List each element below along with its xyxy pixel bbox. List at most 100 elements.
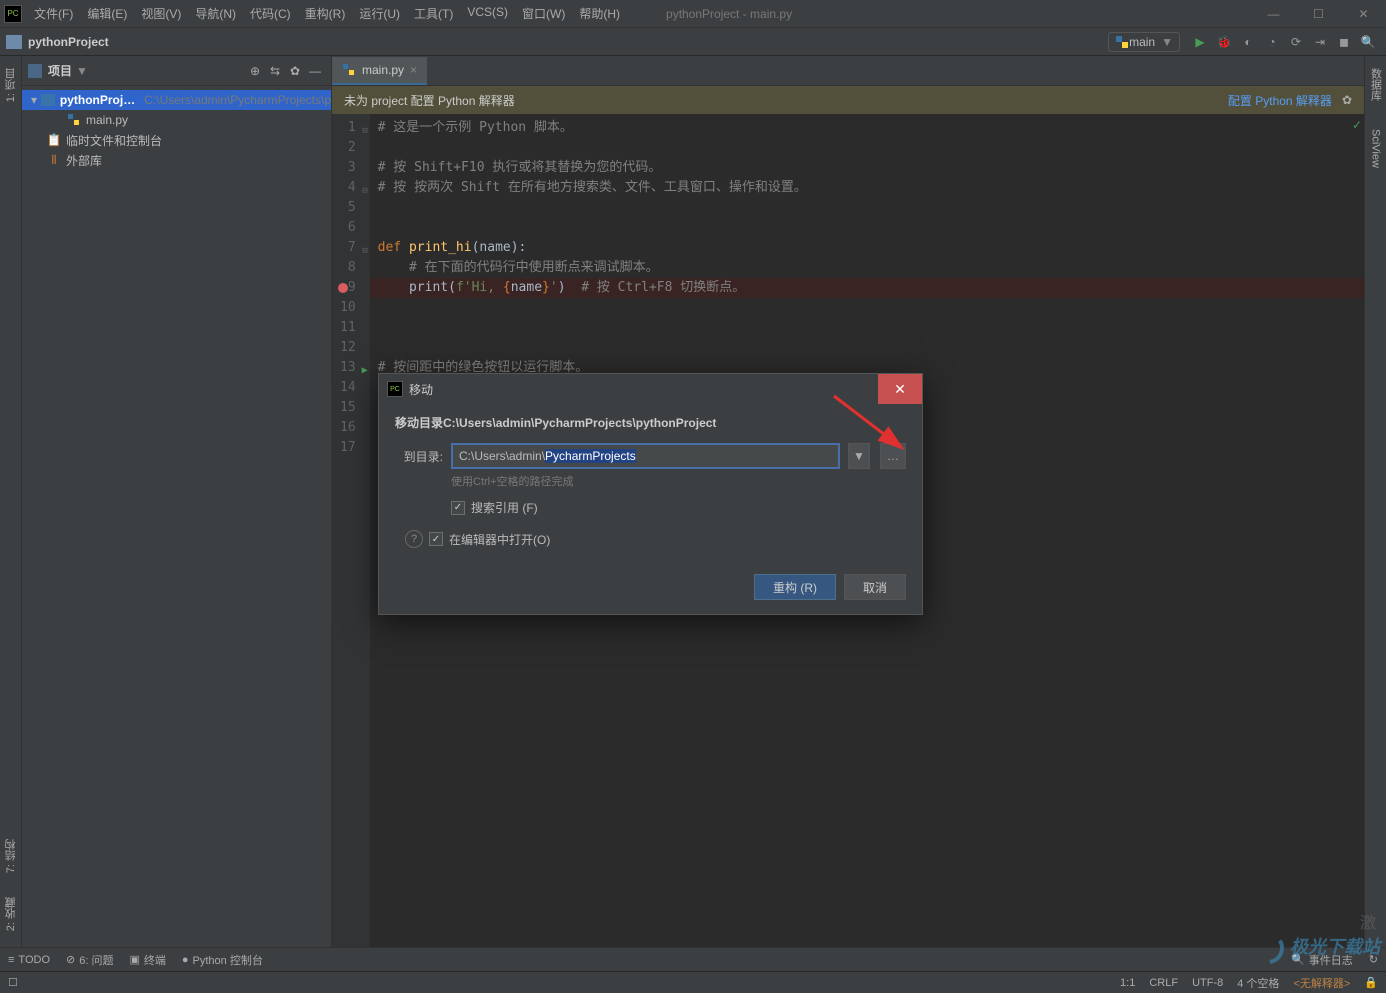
- tree-root-label: pythonProject: [60, 93, 140, 107]
- window-title: pythonProject - main.py: [666, 7, 792, 21]
- expand-all-icon[interactable]: ⇆: [265, 61, 285, 81]
- editor-tabs: main.py ×: [332, 56, 1364, 86]
- close-window-button[interactable]: ✕: [1341, 0, 1386, 28]
- banner-gear-icon[interactable]: ✿: [1342, 93, 1352, 107]
- menu-help[interactable]: 帮助(H): [573, 2, 626, 25]
- status-encoding[interactable]: UTF-8: [1192, 977, 1223, 989]
- open-in-editor-label: 在编辑器中打开(O): [449, 531, 550, 548]
- interpreter-warning-banner: 未为 project 配置 Python 解释器 配置 Python 解释器 ✿: [332, 86, 1364, 114]
- menu-view[interactable]: 视图(V): [135, 2, 187, 25]
- cancel-button[interactable]: 取消: [844, 574, 906, 600]
- search-refs-label: 搜索引用 (F): [471, 499, 538, 516]
- tab-label: main.py: [362, 63, 404, 77]
- open-in-editor-checkbox[interactable]: ✓: [429, 532, 443, 546]
- status-indent[interactable]: 4 个空格: [1237, 975, 1279, 991]
- project-view-icon: [28, 64, 42, 78]
- python-icon: [1115, 35, 1129, 49]
- folder-icon: [41, 94, 55, 106]
- status-icon[interactable]: ☐: [8, 976, 18, 989]
- run-button[interactable]: ▶: [1188, 30, 1212, 54]
- tool-problems[interactable]: ⊘ 6: 问题: [66, 952, 113, 968]
- status-line-sep[interactable]: CRLF: [1149, 977, 1178, 989]
- tree-external-label: 外部库: [66, 152, 102, 169]
- app-logo-icon: PC: [4, 5, 22, 23]
- tree-project-root[interactable]: ▾ pythonProject C:\Users\admin\PycharmPr…: [22, 90, 331, 110]
- tree-root-path: C:\Users\admin\PycharmProjects\p: [144, 93, 331, 107]
- run-config-dropdown[interactable]: main ▼: [1108, 32, 1180, 52]
- tool-python-console[interactable]: ● Python 控制台: [182, 952, 263, 968]
- path-hint: 使用Ctrl+空格的路径完成: [451, 473, 906, 489]
- dialog-titlebar[interactable]: PC 移动 ✕: [379, 374, 922, 404]
- tool-sciview-tab[interactable]: SciView: [1368, 121, 1384, 176]
- search-everywhere-button[interactable]: 🔍: [1356, 30, 1380, 54]
- tree-external-libs[interactable]: ⫴ 外部库: [22, 150, 331, 170]
- tree-file-main[interactable]: main.py: [22, 110, 331, 130]
- menu-edit[interactable]: 编辑(E): [81, 2, 133, 25]
- tool-todo[interactable]: ≡ TODO: [8, 954, 50, 966]
- project-view-title: 项目: [48, 62, 72, 79]
- folder-icon: [6, 35, 22, 49]
- dialog-title: 移动: [409, 381, 433, 398]
- menu-vcs[interactable]: VCS(S): [461, 2, 514, 25]
- move-dialog: PC 移动 ✕ 移动目录C:\Users\admin\PycharmProjec…: [378, 373, 923, 615]
- tool-database-tab[interactable]: 数据库: [1366, 60, 1386, 109]
- tree-file-label: main.py: [86, 113, 128, 127]
- status-interpreter[interactable]: <无解释器>: [1293, 975, 1350, 991]
- settings-icon[interactable]: ✿: [285, 61, 305, 81]
- menu-code[interactable]: 代码(C): [244, 2, 297, 25]
- run-gutter-icon[interactable]: ▶: [362, 361, 368, 381]
- tool-terminal[interactable]: ▣ 终端: [129, 952, 165, 968]
- profile-button[interactable]: ◔: [1260, 30, 1284, 54]
- python-icon: [342, 63, 356, 77]
- menu-refactor[interactable]: 重构(R): [299, 2, 352, 25]
- menu-file[interactable]: 文件(F): [28, 2, 79, 25]
- search-refs-checkbox[interactable]: ✓: [451, 501, 465, 515]
- dialog-app-icon: PC: [387, 381, 403, 397]
- menu-run[interactable]: 运行(U): [353, 2, 406, 25]
- tool-project-tab[interactable]: 1: 项目: [1, 60, 21, 110]
- status-position[interactable]: 1:1: [1120, 977, 1135, 989]
- path-history-dropdown[interactable]: ▼: [848, 443, 870, 469]
- status-lock-icon[interactable]: 🔒: [1364, 976, 1378, 989]
- debug-button[interactable]: 🐞: [1212, 30, 1236, 54]
- hide-icon[interactable]: —: [305, 61, 325, 81]
- attach-button[interactable]: ⇥: [1308, 30, 1332, 54]
- scratches-icon: 📋: [46, 132, 62, 148]
- dialog-heading: 移动目录C:\Users\admin\PycharmProjects\pytho…: [395, 414, 906, 431]
- navigation-bar: pythonProject main ▼ ▶ 🐞 ◐ ◔ ⟳ ⇥ ◼ 🔍: [0, 28, 1386, 56]
- maximize-button[interactable]: ☐: [1296, 0, 1341, 28]
- right-tool-strip: 数据库 SciView: [1364, 56, 1386, 947]
- project-tree[interactable]: ▾ pythonProject C:\Users\admin\PycharmPr…: [22, 86, 331, 174]
- main-menu[interactable]: 文件(F) 编辑(E) 视图(V) 导航(N) 代码(C) 重构(R) 运行(U…: [28, 2, 626, 25]
- minimize-button[interactable]: —: [1251, 0, 1296, 28]
- python-file-icon: [67, 113, 81, 127]
- menu-window[interactable]: 窗口(W): [516, 2, 571, 25]
- concurrency-button[interactable]: ⟳: [1284, 30, 1308, 54]
- to-directory-input[interactable]: C:\Users\admin\PycharmProjects: [451, 443, 840, 469]
- breakpoint-icon[interactable]: [338, 283, 348, 293]
- refactor-button[interactable]: 重构 (R): [754, 574, 836, 600]
- breadcrumb-project[interactable]: pythonProject: [28, 35, 109, 49]
- bottom-tool-bar: ≡ TODO ⊘ 6: 问题 ▣ 终端 ● Python 控制台 🔍 事件日志 …: [0, 947, 1386, 971]
- dialog-close-button[interactable]: ✕: [878, 374, 922, 404]
- tool-structure-tab[interactable]: 7: 结构: [1, 831, 21, 881]
- tree-scratches[interactable]: 📋 临时文件和控制台: [22, 130, 331, 150]
- help-icon[interactable]: ?: [405, 530, 423, 548]
- coverage-button[interactable]: ◐: [1236, 30, 1260, 54]
- locate-icon[interactable]: ⊕: [245, 61, 265, 81]
- inspection-ok-icon[interactable]: ✓: [1352, 118, 1362, 132]
- tab-close-icon[interactable]: ×: [410, 63, 417, 77]
- watermark: 极光下载站: [1251, 931, 1380, 965]
- to-directory-label: 到目录:: [395, 448, 443, 465]
- menu-tools[interactable]: 工具(T): [408, 2, 459, 25]
- configure-interpreter-link[interactable]: 配置 Python 解释器: [1228, 92, 1332, 109]
- browse-button[interactable]: …: [880, 443, 906, 469]
- tool-favorites-tab[interactable]: 2: 收藏: [1, 889, 21, 939]
- line-gutter[interactable]: 1⊟ 2 3 4⊟ 5 6 7⊟ 8 9 10 11 12 13▶ 14 15 …: [332, 114, 370, 947]
- stop-button[interactable]: ◼: [1332, 30, 1356, 54]
- tab-main-py[interactable]: main.py ×: [332, 57, 427, 85]
- libraries-icon: ⫴: [46, 152, 62, 168]
- left-tool-strip: 1: 项目 7: 结构 2: 收藏: [0, 56, 22, 947]
- banner-text: 未为 project 配置 Python 解释器: [344, 92, 515, 109]
- menu-navigate[interactable]: 导航(N): [189, 2, 242, 25]
